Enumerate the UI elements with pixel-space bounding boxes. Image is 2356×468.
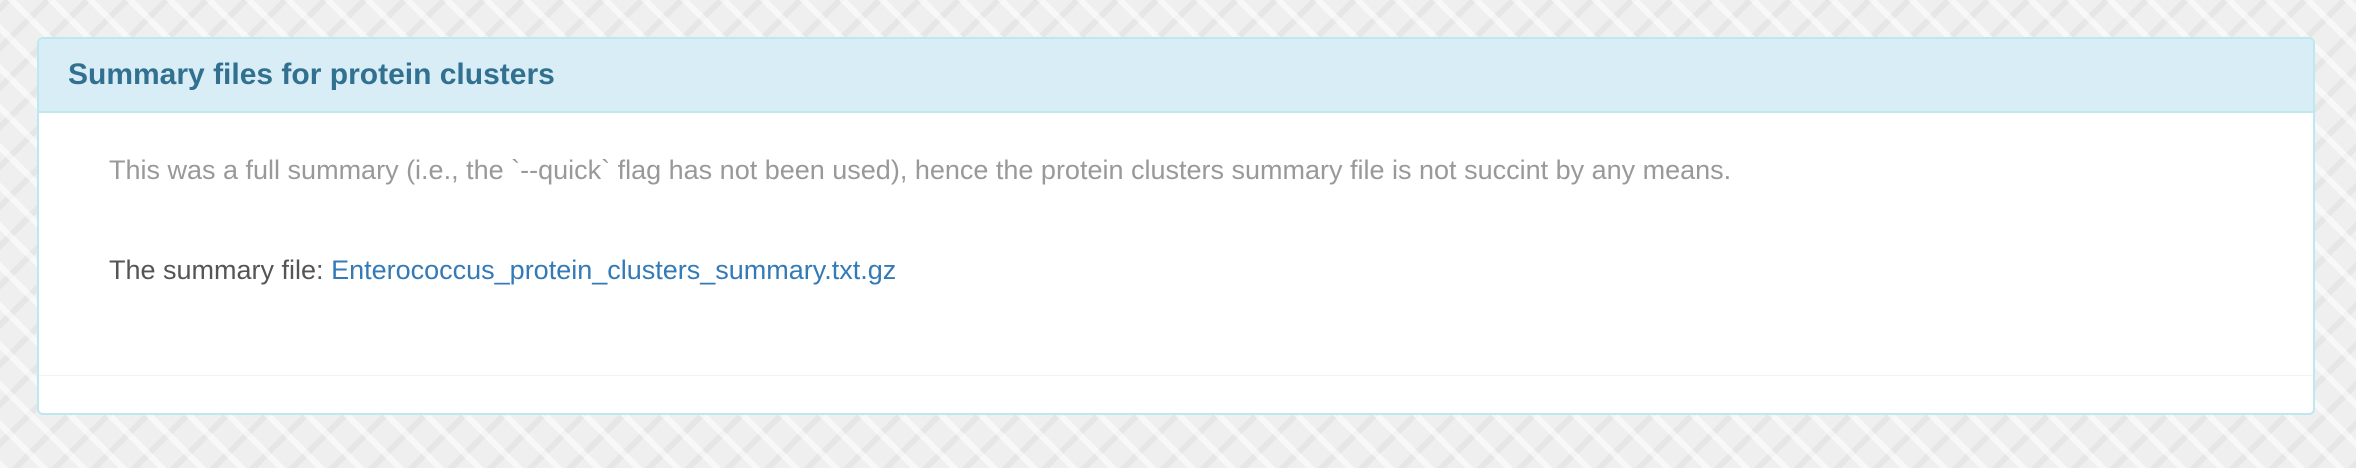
panel-body: This was a full summary (i.e., the `--qu… xyxy=(39,113,2313,413)
summary-note: This was a full summary (i.e., the `--qu… xyxy=(109,155,1732,185)
summary-file-link[interactable]: Enterococcus_protein_clusters_summary.tx… xyxy=(331,255,896,285)
summary-file-label: The summary file: xyxy=(109,255,324,285)
summary-panel: Summary files for protein clusters This … xyxy=(37,37,2315,415)
panel-title: Summary files for protein clusters xyxy=(68,58,555,91)
summary-file-line: The summary file: Enterococcus_protein_c… xyxy=(109,255,896,286)
panel-heading: Summary files for protein clusters xyxy=(39,39,2313,113)
divider xyxy=(39,375,2313,376)
